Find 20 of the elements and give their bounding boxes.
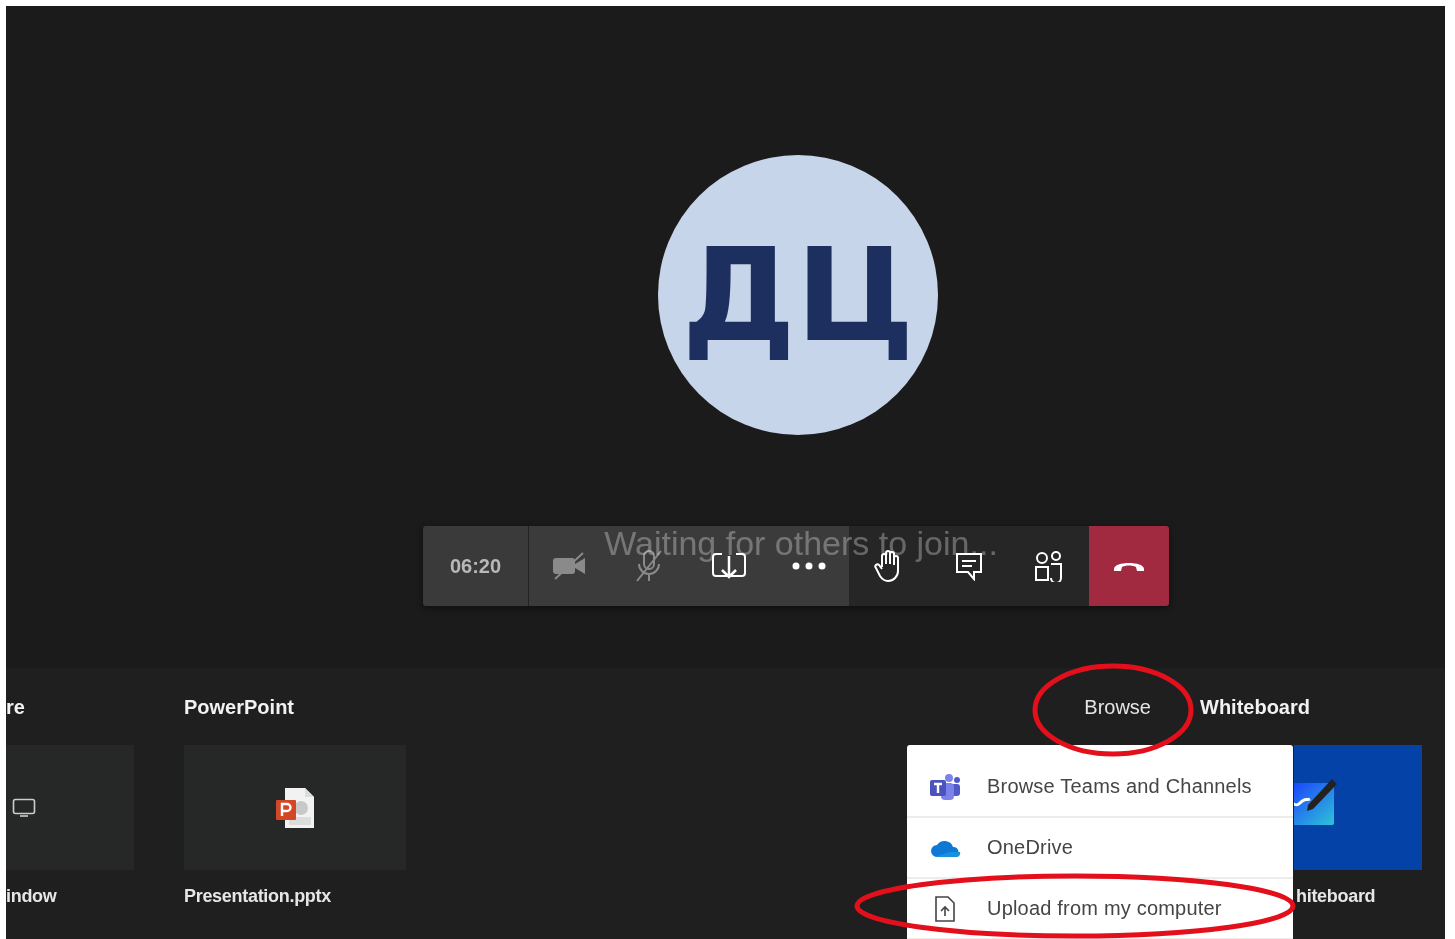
share-tile[interactable] (184, 745, 406, 870)
powerpoint-file-icon (275, 786, 315, 829)
section-heading: re (6, 695, 26, 719)
monitor-icon (12, 797, 36, 818)
whiteboard-tile[interactable] (1294, 745, 1422, 870)
tile-label: indow (6, 886, 58, 907)
people-button[interactable] (1009, 526, 1089, 606)
teams-icon (929, 771, 961, 802)
tile-label: hiteboard (1296, 886, 1377, 907)
section-heading: PowerPoint (184, 695, 295, 719)
tile-label: Presentation.pptx (184, 886, 332, 907)
camera-off-icon (551, 552, 587, 580)
share-tile[interactable] (6, 745, 134, 870)
section-heading: Whiteboard (1200, 695, 1311, 719)
upload-file-icon (934, 895, 956, 922)
call-timer: 06:20 (423, 526, 529, 606)
more-icon (792, 562, 826, 570)
browse-button[interactable]: Browse (1084, 695, 1151, 719)
people-icon (1034, 550, 1064, 582)
avatar-initials: ДЦ (681, 220, 915, 370)
